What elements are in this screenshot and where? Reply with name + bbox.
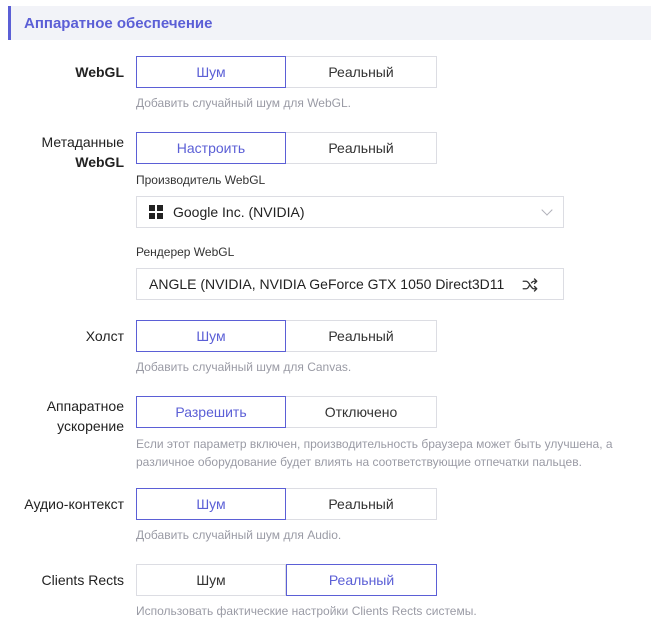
hw-accel-label-line2: ускорение [57,418,124,434]
webgl-noise-option[interactable]: Шум [136,56,286,88]
canvas-hint: Добавить случайный шум для Canvas. [136,360,352,374]
audio-real-option[interactable]: Реальный [286,488,437,520]
windows-icon [149,205,163,219]
client-rects-real-option[interactable]: Реальный [286,564,437,596]
webgl-meta-toggle: Настроить Реальный [136,132,437,164]
hw-accel-label: Аппаратное ускорение [47,396,124,436]
webgl-renderer-input[interactable] [149,276,509,292]
webgl-meta-label-line1: Метаданные [41,134,124,150]
webgl-meta-custom-option[interactable]: Настроить [136,132,286,164]
client-rects-label: Clients Rects [41,572,124,588]
canvas-real-option[interactable]: Реальный [286,320,437,352]
hw-accel-allow-option[interactable]: Разрешить [136,396,286,428]
audio-hint: Добавить случайный шум для Audio. [136,528,342,542]
hw-accel-label-line1: Аппаратное [46,398,124,414]
section-header: Аппаратное обеспечение [8,6,651,40]
webgl-meta-label: Метаданные WebGL [42,132,124,172]
webgl-vendor-value: Google Inc. (NVIDIA) [173,204,305,220]
webgl-vendor-label: Производитель WebGL [136,173,266,187]
hw-accel-hint: Если этот параметр включен, производител… [136,435,613,471]
audio-toggle: Шум Реальный [136,488,437,520]
canvas-toggle: Шум Реальный [136,320,437,352]
webgl-label: WebGL [75,64,124,80]
webgl-meta-real-option[interactable]: Реальный [286,132,437,164]
client-rects-hint: Использовать фактические настройки Clien… [136,604,477,618]
chevron-down-icon[interactable] [541,204,553,216]
hw-accel-hint-line2: различное оборудование будет влиять на с… [136,455,582,469]
webgl-toggle: Шум Реальный [136,56,437,88]
hw-accel-toggle: Разрешить Отключено [136,396,437,428]
hw-accel-disabled-option[interactable]: Отключено [286,396,437,428]
canvas-label: Холст [85,328,124,344]
webgl-renderer-field [136,268,564,300]
webgl-renderer-label: Рендерер WebGL [136,245,235,259]
hw-accel-hint-line1: Если этот параметр включен, производител… [136,437,613,451]
client-rects-noise-option[interactable]: Шум [136,564,286,596]
canvas-noise-option[interactable]: Шум [136,320,286,352]
webgl-meta-label-line2: WebGL [75,154,124,170]
webgl-hint: Добавить случайный шум для WebGL. [136,96,351,110]
client-rects-toggle: Шум Реальный [136,564,437,596]
webgl-real-option[interactable]: Реальный [286,56,437,88]
section-title: Аппаратное обеспечение [24,14,213,32]
webgl-vendor-select[interactable]: Google Inc. (NVIDIA) [136,196,564,228]
audio-label: Аудио-контекст [24,496,124,512]
audio-noise-option[interactable]: Шум [136,488,286,520]
shuffle-icon[interactable] [521,276,539,294]
